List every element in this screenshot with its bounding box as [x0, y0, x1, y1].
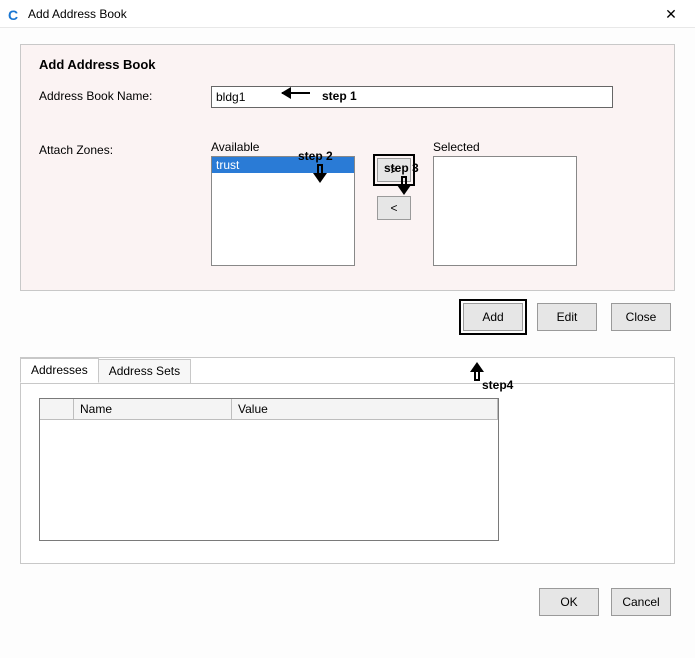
window-close-button[interactable]: ✕: [653, 4, 689, 24]
panel-heading: Add Address Book: [39, 57, 656, 72]
selected-heading: Selected: [433, 140, 577, 154]
name-label: Address Book Name:: [39, 86, 211, 103]
grid-col-selector[interactable]: [40, 399, 74, 420]
available-item-trust[interactable]: trust: [212, 157, 354, 173]
grid-col-name[interactable]: Name: [74, 399, 232, 420]
addresses-grid[interactable]: Name Value: [39, 398, 499, 541]
edit-button[interactable]: Edit: [537, 303, 597, 331]
cancel-button[interactable]: Cancel: [611, 588, 671, 616]
grid-body: [40, 420, 498, 540]
attach-zones-label: Attach Zones:: [39, 140, 211, 157]
dialog-footer: OK Cancel: [20, 588, 675, 616]
ok-button[interactable]: OK: [539, 588, 599, 616]
app-icon: C: [8, 7, 22, 21]
window-title: Add Address Book: [28, 7, 653, 21]
tab-addresses[interactable]: Addresses: [20, 358, 99, 383]
add-button[interactable]: Add: [463, 303, 523, 331]
address-book-name-input[interactable]: [211, 86, 613, 108]
move-right-button[interactable]: >: [377, 158, 411, 182]
grid-col-value[interactable]: Value: [232, 399, 498, 420]
selected-listbox[interactable]: [433, 156, 577, 266]
addresses-frame: Addresses Address Sets Name Value: [20, 357, 675, 564]
grid-header: Name Value: [40, 399, 498, 420]
tab-address-sets[interactable]: Address Sets: [98, 359, 191, 383]
move-left-button[interactable]: <: [377, 196, 411, 220]
tabs-bar: Addresses Address Sets: [20, 357, 674, 383]
titlebar: C Add Address Book ✕: [0, 0, 695, 28]
tab-panel-addresses: Name Value: [21, 383, 674, 549]
zone-action-row: Add Edit Close: [20, 303, 675, 331]
available-listbox[interactable]: trust: [211, 156, 355, 266]
available-heading: Available: [211, 140, 355, 154]
close-button[interactable]: Close: [611, 303, 671, 331]
add-address-book-panel: Add Address Book Address Book Name: Atta…: [20, 44, 675, 291]
